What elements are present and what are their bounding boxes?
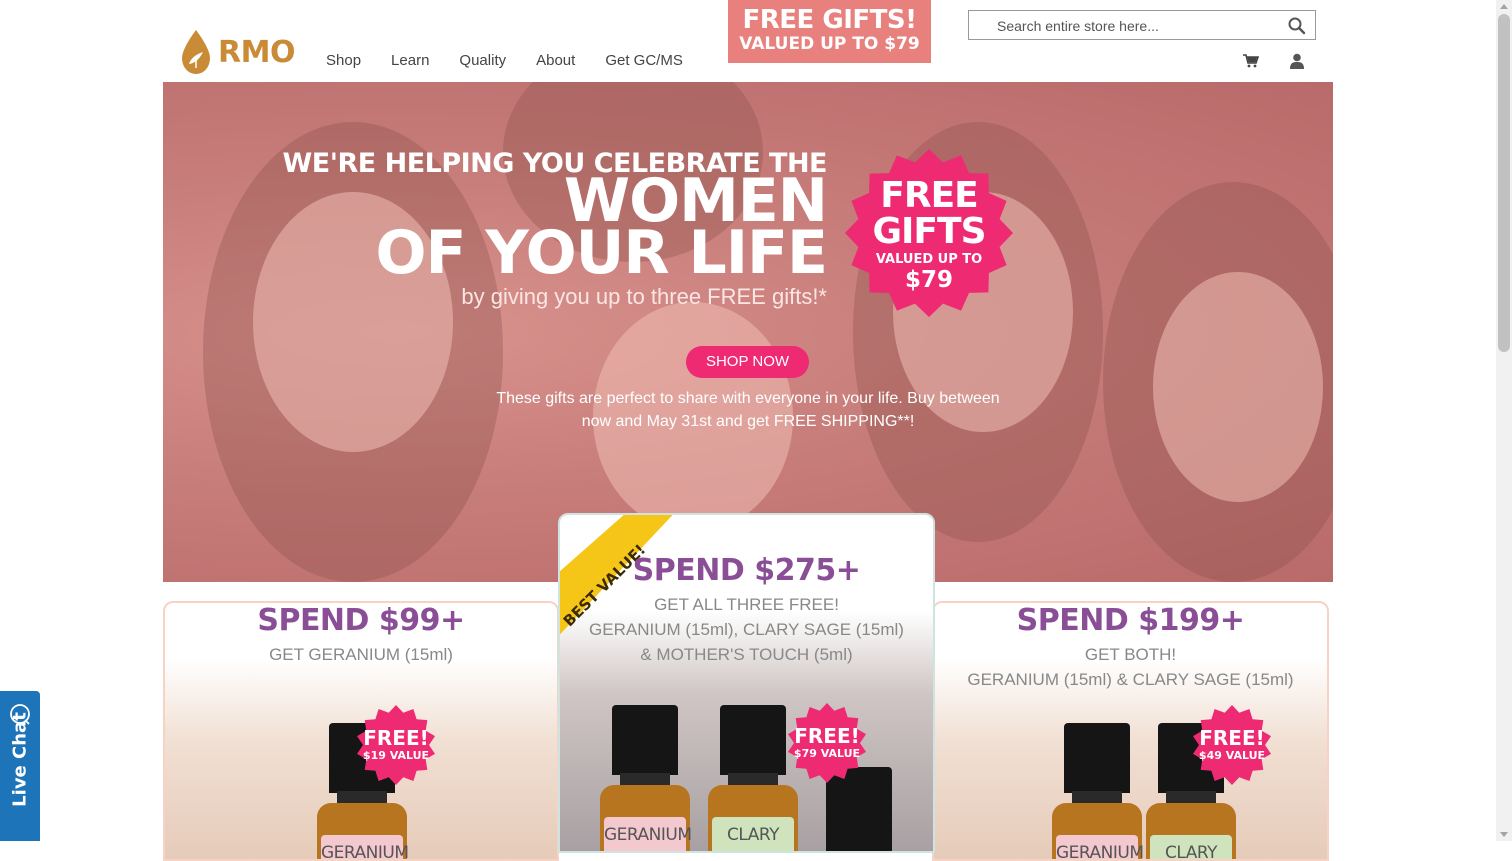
promo-subtitle: VALUED UP TO $79 <box>739 34 920 54</box>
hero-description-line1: These gifts are perfect to share with ev… <box>496 390 1000 407</box>
bottle-cap <box>1064 723 1130 793</box>
hero-photo-shape <box>1153 272 1323 502</box>
hero-banner: WE'RE HELPING YOU CELEBRATE THE WOMEN OF… <box>163 82 1333 582</box>
bottle-label: GERANIUM <box>604 817 692 851</box>
hero-subheadline: by giving you up to three FREE gifts!* <box>461 284 827 309</box>
free-gifts-promo-banner[interactable]: FREE GIFTS! VALUED UP TO $79 <box>728 0 931 63</box>
scroll-up-arrow-icon[interactable] <box>1500 4 1508 9</box>
badge-amount: $79 <box>904 267 953 293</box>
badge-valued-up-to: VALUED UP TO <box>875 252 983 267</box>
bottle-label: GERANIUM <box>321 835 409 859</box>
offer-line: GET GERANIUM (15ml) <box>269 645 453 664</box>
site-logo[interactable]: RMO <box>180 30 295 74</box>
scroll-thumb[interactable] <box>1498 14 1510 352</box>
search-icon[interactable] <box>1287 16 1307 36</box>
live-chat-label: Live Chat <box>9 712 31 807</box>
bottle-cap <box>612 705 678 775</box>
main-nav: Shop Learn Quality About Get GC/MS <box>326 52 713 69</box>
hero-free-gifts-badge: FREE GIFTS VALUED UP TO $79 <box>844 148 1014 318</box>
free-badge: FREE! $49 VALUE <box>1192 705 1272 785</box>
offer-line: GERANIUM (15ml) & CLARY SAGE (15ml) <box>967 670 1294 689</box>
nav-get-gcms[interactable]: Get GC/MS <box>605 52 683 69</box>
live-chat-button[interactable]: Live Chat <box>0 691 40 841</box>
hero-description: These gifts are perfect to share with ev… <box>463 387 1033 433</box>
badge-value-text: $19 VALUE <box>362 749 430 762</box>
nav-quality[interactable]: Quality <box>459 52 506 69</box>
free-badge: FREE! $19 VALUE <box>356 705 436 785</box>
badge-value-text: $49 VALUE <box>1198 749 1266 762</box>
bottle-label: GERANIUM <box>1056 835 1144 859</box>
offer-title: SPEND $275+ <box>632 553 861 588</box>
badge-free: FREE <box>880 175 979 216</box>
promo-title: FREE GIFTS! <box>742 5 917 35</box>
shop-now-button[interactable]: SHOP NOW <box>686 346 809 378</box>
geranium-bottle: GERANIUM <box>1052 723 1144 859</box>
offer-line: GET ALL THREE FREE! <box>654 595 839 614</box>
free-badge: FREE! $79 VALUE <box>787 703 867 783</box>
search-input[interactable] <box>969 11 1299 41</box>
offer-card-199[interactable]: SPEND $199+ GET BOTH! GERANIUM (15ml) & … <box>932 601 1329 861</box>
offer-line: GERANIUM (15ml), CLARY SAGE (15ml) <box>589 620 904 639</box>
logo-text: RMO <box>218 34 295 70</box>
nav-about[interactable]: About <box>536 52 575 69</box>
hero-headline-of-your-life: OF YOUR LIFE <box>375 218 828 288</box>
user-account-icon[interactable] <box>1290 53 1304 69</box>
badge-value-text: $79 VALUE <box>793 747 861 760</box>
page-scrollbar[interactable] <box>1496 0 1512 841</box>
badge-free-text: FREE! <box>794 724 860 748</box>
hero-description-line2: now and May 31st and get FREE SHIPPING**… <box>581 413 915 430</box>
offer-card-99[interactable]: SPEND $99+ GET GERANIUM (15ml) GERANIUM … <box>163 601 559 861</box>
offer-title: SPEND $199+ <box>1016 603 1245 638</box>
clary-sage-bottle: CLARY <box>708 705 798 851</box>
bottle-label: CLARY <box>1150 835 1232 859</box>
site-header: RMO Shop Learn Quality About Get GC/MS F… <box>0 0 1496 82</box>
drop-leaf-icon <box>182 30 210 74</box>
scroll-down-arrow-icon[interactable] <box>1500 832 1508 837</box>
offer-card-275[interactable]: BEST VALUE! SPEND $275+ GET ALL THREE FR… <box>558 513 935 853</box>
search-bar <box>968 10 1316 41</box>
bottle-label: CLARY <box>712 817 794 851</box>
cart-icon[interactable] <box>1243 54 1259 68</box>
offer-line: GET BOTH! <box>1084 645 1177 664</box>
nav-learn[interactable]: Learn <box>391 52 429 69</box>
nav-shop[interactable]: Shop <box>326 52 361 69</box>
badge-free-text: FREE! <box>363 726 429 750</box>
badge-free-text: FREE! <box>1199 726 1265 750</box>
badge-gifts: GIFTS <box>872 211 986 252</box>
bottle-cap <box>720 705 786 775</box>
geranium-bottle: GERANIUM <box>600 705 692 851</box>
offer-line: & MOTHER'S TOUCH (5ml) <box>640 645 853 664</box>
offer-title: SPEND $99+ <box>257 603 465 638</box>
